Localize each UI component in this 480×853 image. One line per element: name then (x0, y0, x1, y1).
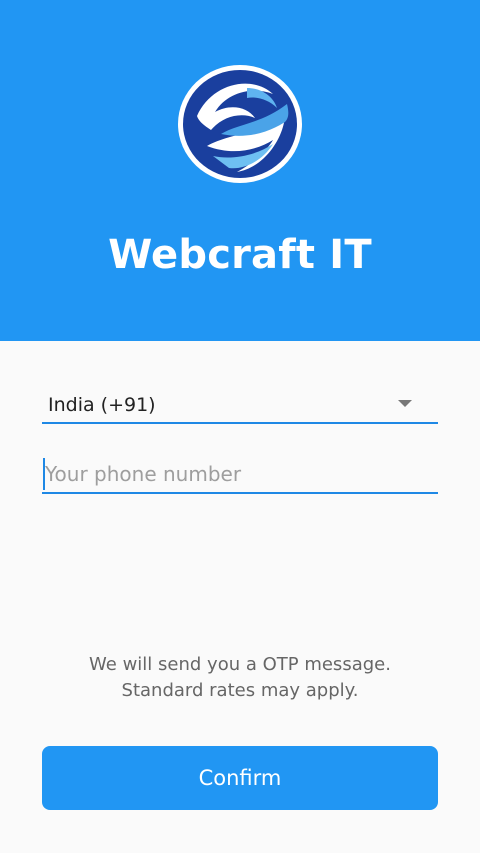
webcraft-logo-icon (178, 65, 302, 183)
country-code-dropdown[interactable]: India (+91) (42, 384, 438, 424)
otp-info-text: We will send you a OTP message. Standard… (0, 652, 480, 704)
confirm-button[interactable]: Confirm (42, 746, 438, 810)
otp-info-line-1: We will send you a OTP message. (89, 654, 391, 675)
chevron-down-icon (398, 400, 412, 407)
otp-info-line-2: Standard rates may apply. (121, 680, 359, 701)
phone-number-input[interactable] (42, 456, 438, 492)
app-title: Webcraft IT (108, 232, 372, 278)
country-selected-label: India (+91) (48, 394, 156, 416)
phone-number-field[interactable] (42, 456, 438, 494)
app-header: Webcraft IT (0, 0, 480, 341)
